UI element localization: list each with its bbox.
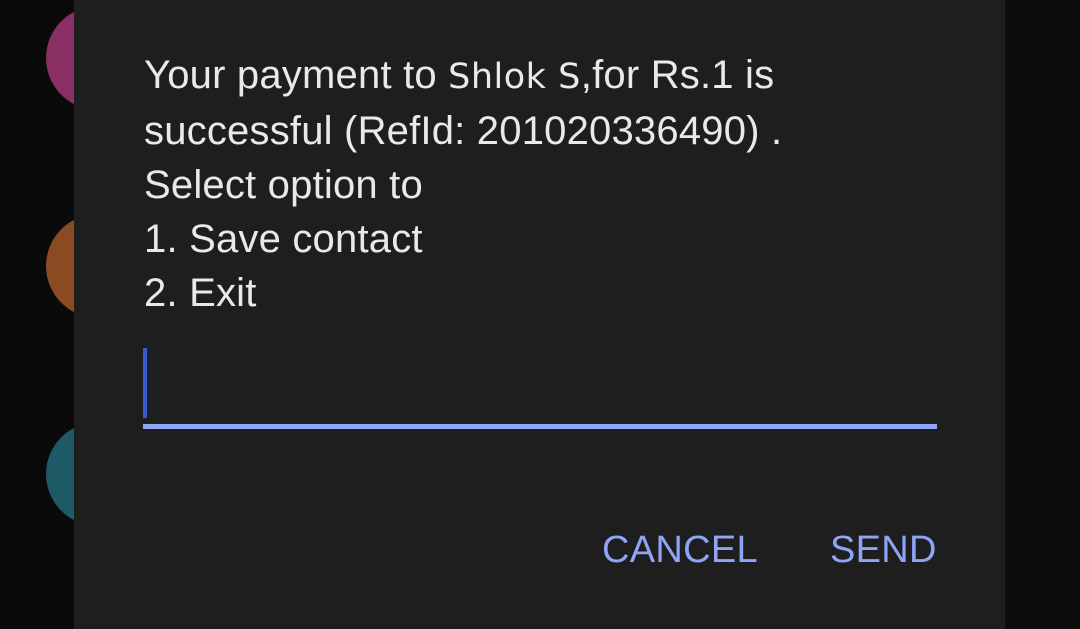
message-line-2: successful (RefId: 201020336490) . — [144, 109, 783, 153]
screen: Your payment to Shlok S,for Rs.1 is succ… — [0, 0, 1080, 629]
response-input[interactable] — [143, 345, 937, 421]
background-strip — [1005, 0, 1080, 629]
recipient-name: Shlok S — [448, 57, 581, 97]
message-line-1: Your payment to Shlok S,for Rs.1 is — [144, 53, 775, 97]
response-input-container[interactable] — [143, 345, 937, 429]
option-save-contact: 1. Save contact — [144, 217, 423, 261]
ussd-message: Your payment to Shlok S,for Rs.1 is succ… — [144, 48, 944, 320]
message-line-3: Select option to — [144, 163, 423, 207]
cancel-button[interactable]: CANCEL — [602, 522, 758, 578]
ussd-dialog: Your payment to Shlok S,for Rs.1 is succ… — [74, 0, 1005, 629]
send-button[interactable]: SEND — [830, 522, 937, 578]
option-exit: 2. Exit — [144, 271, 257, 315]
text-cursor — [143, 348, 147, 418]
input-underline — [143, 424, 937, 429]
